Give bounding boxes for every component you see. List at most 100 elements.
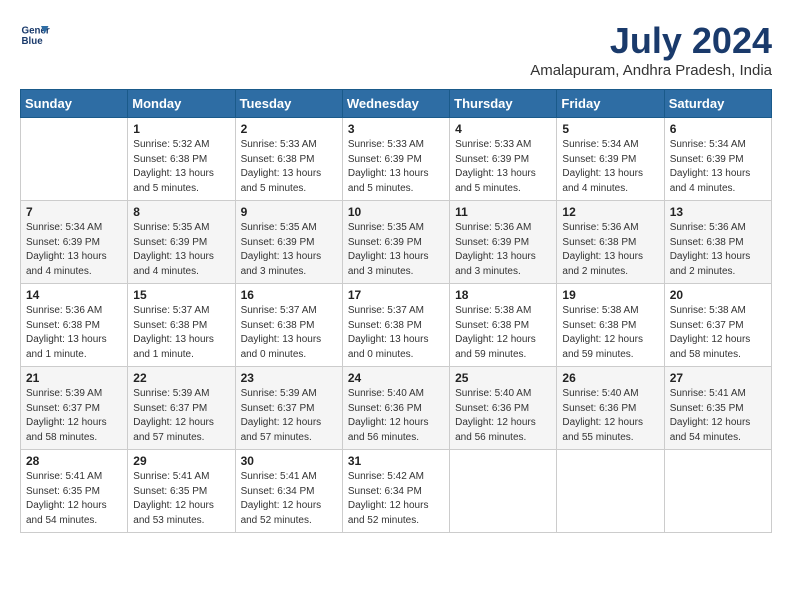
calendar-cell: 11 Sunrise: 5:36 AM Sunset: 6:39 PM Dayli… — [450, 201, 557, 284]
calendar-cell: 28Sunrise: 5:41 AM Sunset: 6:35 PM Dayli… — [21, 450, 128, 533]
calendar-cell: 9 Sunrise: 5:35 AM Sunset: 6:39 PM Daylig… — [235, 201, 342, 284]
calendar-week-row: 28Sunrise: 5:41 AM Sunset: 6:35 PM Dayli… — [21, 450, 772, 533]
calendar-week-row: 1Sunrise: 5:32 AM Sunset: 6:38 PM Daylig… — [21, 118, 772, 201]
calendar-cell — [557, 450, 664, 533]
calendar-cell: 26 Sunrise: 5:40 AM Sunset: 6:36 PM Dayli… — [557, 367, 664, 450]
day-number: 15 — [133, 288, 229, 302]
calendar-cell: 17 Sunrise: 5:37 AM Sunset: 6:38 PM Dayli… — [342, 284, 449, 367]
calendar-cell: 5 Sunrise: 5:34 AM Sunset: 6:39 PM Daylig… — [557, 118, 664, 201]
day-number: 24 — [348, 371, 444, 385]
logo: General Blue — [20, 20, 50, 50]
title-section: July 2024 Amalapuram, Andhra Pradesh, In… — [530, 20, 772, 79]
day-info: Sunrise: 5:36 AM Sunset: 6:38 PM Dayligh… — [562, 221, 658, 279]
day-info: Sunrise: 5:41 AM Sunset: 6:34 PM Dayligh… — [241, 470, 337, 528]
day-info: Sunrise: 5:33 AM Sunset: 6:38 PM Dayligh… — [241, 138, 337, 196]
day-info: Sunrise: 5:33 AM Sunset: 6:39 PM Dayligh… — [455, 138, 551, 196]
day-number: 18 — [455, 288, 551, 302]
day-number: 17 — [348, 288, 444, 302]
calendar-cell: 20Sunrise: 5:38 AM Sunset: 6:37 PM Dayli… — [664, 284, 771, 367]
day-number: 9 — [241, 205, 337, 219]
day-number: 22 — [133, 371, 229, 385]
day-info: Sunrise: 5:35 AM Sunset: 6:39 PM Dayligh… — [133, 221, 229, 279]
day-number: 8 — [133, 205, 229, 219]
day-info: Sunrise: 5:32 AM Sunset: 6:38 PM Dayligh… — [133, 138, 229, 196]
day-info: Sunrise: 5:34 AM Sunset: 6:39 PM Dayligh… — [26, 221, 122, 279]
day-info: Sunrise: 5:41 AM Sunset: 6:35 PM Dayligh… — [670, 387, 766, 445]
calendar-cell: 24 Sunrise: 5:40 AM Sunset: 6:36 PM Dayli… — [342, 367, 449, 450]
month-year: July 2024 — [530, 20, 772, 62]
calendar-week-row: 14 Sunrise: 5:36 AM Sunset: 6:38 PM Dayli… — [21, 284, 772, 367]
svg-text:Blue: Blue — [22, 36, 44, 47]
page-header: General Blue July 2024 Amalapuram, Andhr… — [20, 20, 772, 79]
calendar-cell: 21 Sunrise: 5:39 AM Sunset: 6:37 PM Dayli… — [21, 367, 128, 450]
calendar-cell: 13Sunrise: 5:36 AM Sunset: 6:38 PM Dayli… — [664, 201, 771, 284]
calendar-cell: 15 Sunrise: 5:37 AM Sunset: 6:38 PM Dayli… — [128, 284, 235, 367]
day-info: Sunrise: 5:40 AM Sunset: 6:36 PM Dayligh… — [562, 387, 658, 445]
calendar-cell: 2 Sunrise: 5:33 AM Sunset: 6:38 PM Daylig… — [235, 118, 342, 201]
day-number: 27 — [670, 371, 766, 385]
day-info: Sunrise: 5:41 AM Sunset: 6:35 PM Dayligh… — [133, 470, 229, 528]
weekday-header-row: SundayMondayTuesdayWednesdayThursdayFrid… — [21, 90, 772, 118]
day-info: Sunrise: 5:36 AM Sunset: 6:39 PM Dayligh… — [455, 221, 551, 279]
day-number: 3 — [348, 122, 444, 136]
calendar-cell: 18 Sunrise: 5:38 AM Sunset: 6:38 PM Dayli… — [450, 284, 557, 367]
calendar-cell — [21, 118, 128, 201]
day-info: Sunrise: 5:40 AM Sunset: 6:36 PM Dayligh… — [348, 387, 444, 445]
calendar-cell: 29 Sunrise: 5:41 AM Sunset: 6:35 PM Dayli… — [128, 450, 235, 533]
weekday-header-sunday: Sunday — [21, 90, 128, 118]
day-number: 19 — [562, 288, 658, 302]
day-number: 31 — [348, 454, 444, 468]
calendar-cell: 16 Sunrise: 5:37 AM Sunset: 6:38 PM Dayli… — [235, 284, 342, 367]
calendar-cell: 8 Sunrise: 5:35 AM Sunset: 6:39 PM Daylig… — [128, 201, 235, 284]
day-number: 12 — [562, 205, 658, 219]
day-number: 30 — [241, 454, 337, 468]
day-info: Sunrise: 5:36 AM Sunset: 6:38 PM Dayligh… — [26, 304, 122, 362]
day-number: 4 — [455, 122, 551, 136]
day-info: Sunrise: 5:42 AM Sunset: 6:34 PM Dayligh… — [348, 470, 444, 528]
calendar-cell: 30 Sunrise: 5:41 AM Sunset: 6:34 PM Dayli… — [235, 450, 342, 533]
location: Amalapuram, Andhra Pradesh, India — [530, 62, 772, 79]
day-info: Sunrise: 5:34 AM Sunset: 6:39 PM Dayligh… — [562, 138, 658, 196]
day-info: Sunrise: 5:33 AM Sunset: 6:39 PM Dayligh… — [348, 138, 444, 196]
weekday-header-wednesday: Wednesday — [342, 90, 449, 118]
weekday-header-friday: Friday — [557, 90, 664, 118]
calendar-cell: 25Sunrise: 5:40 AM Sunset: 6:36 PM Dayli… — [450, 367, 557, 450]
calendar-cell: 1Sunrise: 5:32 AM Sunset: 6:38 PM Daylig… — [128, 118, 235, 201]
weekday-header-monday: Monday — [128, 90, 235, 118]
day-info: Sunrise: 5:35 AM Sunset: 6:39 PM Dayligh… — [241, 221, 337, 279]
calendar-cell: 23Sunrise: 5:39 AM Sunset: 6:37 PM Dayli… — [235, 367, 342, 450]
day-number: 14 — [26, 288, 122, 302]
calendar-cell — [450, 450, 557, 533]
day-info: Sunrise: 5:38 AM Sunset: 6:38 PM Dayligh… — [455, 304, 551, 362]
day-number: 16 — [241, 288, 337, 302]
day-info: Sunrise: 5:34 AM Sunset: 6:39 PM Dayligh… — [670, 138, 766, 196]
calendar-cell: 7Sunrise: 5:34 AM Sunset: 6:39 PM Daylig… — [21, 201, 128, 284]
calendar-week-row: 7Sunrise: 5:34 AM Sunset: 6:39 PM Daylig… — [21, 201, 772, 284]
logo-icon: General Blue — [20, 20, 50, 50]
calendar-cell: 31 Sunrise: 5:42 AM Sunset: 6:34 PM Dayli… — [342, 450, 449, 533]
day-number: 11 — [455, 205, 551, 219]
day-info: Sunrise: 5:39 AM Sunset: 6:37 PM Dayligh… — [26, 387, 122, 445]
day-info: Sunrise: 5:37 AM Sunset: 6:38 PM Dayligh… — [348, 304, 444, 362]
day-number: 20 — [670, 288, 766, 302]
calendar-cell: 22Sunrise: 5:39 AM Sunset: 6:37 PM Dayli… — [128, 367, 235, 450]
day-number: 13 — [670, 205, 766, 219]
weekday-header-saturday: Saturday — [664, 90, 771, 118]
calendar-table: SundayMondayTuesdayWednesdayThursdayFrid… — [20, 89, 772, 533]
day-number: 26 — [562, 371, 658, 385]
calendar-cell: 19Sunrise: 5:38 AM Sunset: 6:38 PM Dayli… — [557, 284, 664, 367]
day-number: 21 — [26, 371, 122, 385]
day-number: 2 — [241, 122, 337, 136]
day-info: Sunrise: 5:37 AM Sunset: 6:38 PM Dayligh… — [241, 304, 337, 362]
day-number: 25 — [455, 371, 551, 385]
calendar-cell: 3 Sunrise: 5:33 AM Sunset: 6:39 PM Daylig… — [342, 118, 449, 201]
calendar-cell: 12 Sunrise: 5:36 AM Sunset: 6:38 PM Dayli… — [557, 201, 664, 284]
weekday-header-tuesday: Tuesday — [235, 90, 342, 118]
calendar-cell: 4 Sunrise: 5:33 AM Sunset: 6:39 PM Daylig… — [450, 118, 557, 201]
day-info: Sunrise: 5:37 AM Sunset: 6:38 PM Dayligh… — [133, 304, 229, 362]
day-number: 29 — [133, 454, 229, 468]
calendar-cell: 14 Sunrise: 5:36 AM Sunset: 6:38 PM Dayli… — [21, 284, 128, 367]
calendar-week-row: 21 Sunrise: 5:39 AM Sunset: 6:37 PM Dayli… — [21, 367, 772, 450]
day-number: 5 — [562, 122, 658, 136]
day-number: 6 — [670, 122, 766, 136]
